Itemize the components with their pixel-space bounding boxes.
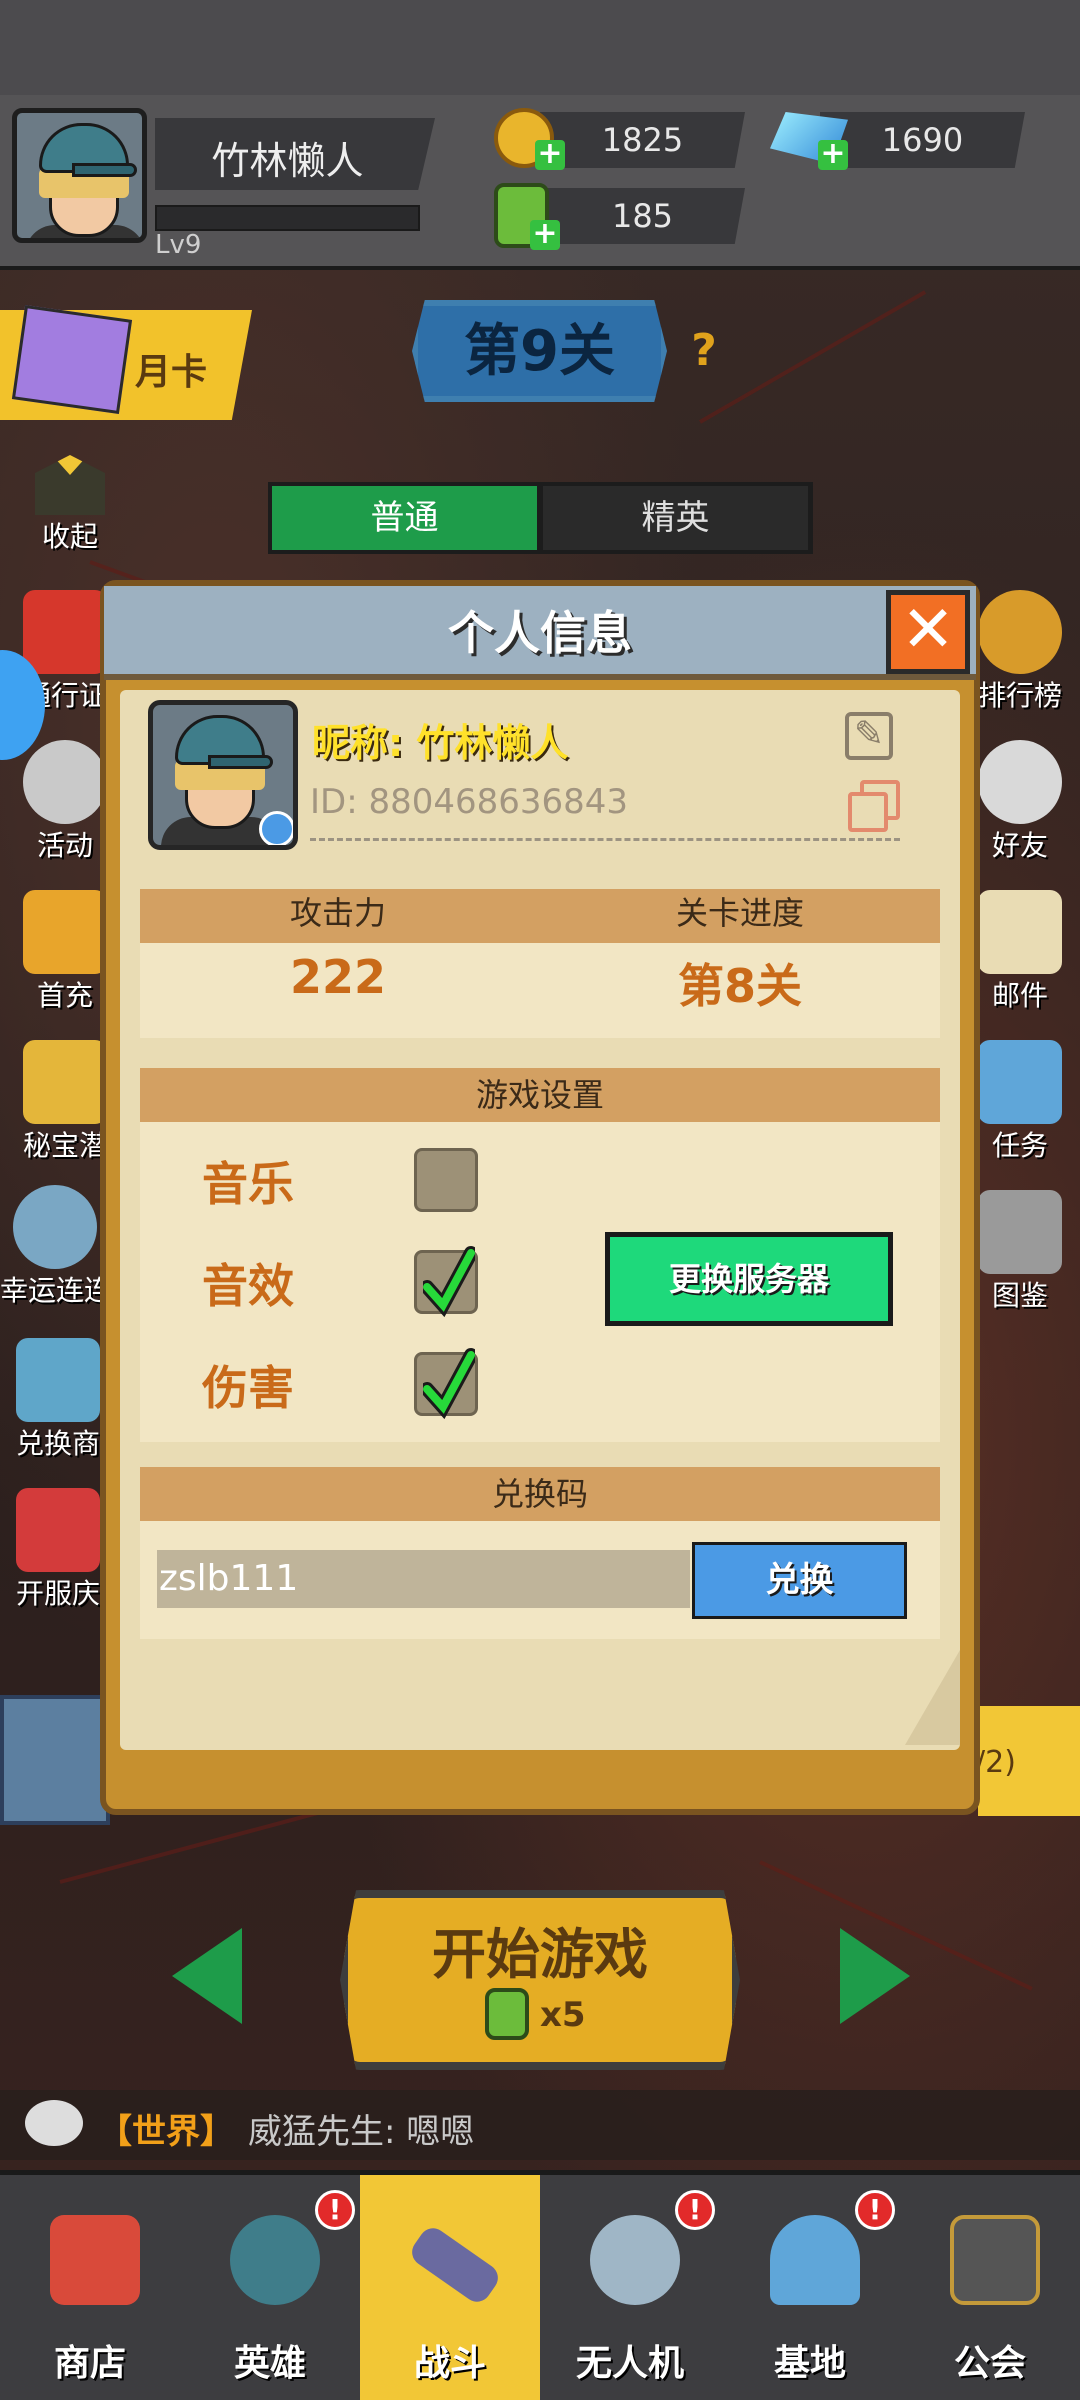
hero-portrait-left bbox=[0, 1695, 110, 1825]
system-status-strip bbox=[0, 0, 1080, 95]
add-gold-icon[interactable]: + bbox=[535, 139, 565, 170]
music-checkbox[interactable] bbox=[414, 1148, 478, 1212]
attack-label: 攻击力 bbox=[289, 894, 386, 932]
mystery-box-icon bbox=[23, 1040, 107, 1124]
nav-label: 战斗 bbox=[413, 2343, 486, 2384]
nav-label: 无人机 bbox=[575, 2343, 684, 2384]
stage-help-icon[interactable]: ? bbox=[678, 325, 730, 377]
copy-id-icon[interactable] bbox=[848, 780, 900, 832]
dialog-title: 个人信息 bbox=[448, 606, 632, 660]
change-server-button[interactable]: 更换服务器 bbox=[605, 1232, 893, 1326]
event-icon bbox=[23, 740, 107, 824]
side-label: 开服庆 bbox=[15, 1577, 100, 1610]
tab-elite[interactable]: 精英 bbox=[543, 486, 808, 550]
prev-stage-arrow-icon[interactable] bbox=[172, 1928, 242, 2024]
music-label: 音乐 bbox=[202, 1157, 294, 1211]
gem-bar: 1690 bbox=[820, 112, 1025, 168]
wheel-icon bbox=[13, 1185, 97, 1269]
add-stamina-icon[interactable]: + bbox=[530, 219, 560, 250]
shop-icon bbox=[50, 2215, 140, 2305]
side-item-exchange-shop[interactable]: 兑换商 bbox=[8, 1338, 108, 1462]
nav-heroes[interactable]: ! 英雄 bbox=[180, 2175, 360, 2400]
checkmark-icon bbox=[423, 1348, 475, 1420]
sfx-label: 音效 bbox=[202, 1259, 294, 1313]
divider bbox=[310, 838, 900, 841]
close-button[interactable]: ✕ bbox=[886, 590, 970, 674]
player-id: ID: 880468636843 bbox=[310, 782, 629, 822]
stage-title[interactable]: 第9关 bbox=[412, 300, 667, 402]
stamina-can-icon bbox=[485, 1988, 529, 2040]
nav-drone[interactable]: ! 无人机 bbox=[540, 2175, 720, 2400]
sfx-checkbox[interactable] bbox=[414, 1246, 478, 1318]
side-label: 幸运连连 bbox=[0, 1274, 110, 1307]
treasure-chest-icon bbox=[23, 890, 107, 974]
alert-badge-icon: ! bbox=[855, 2190, 895, 2230]
month-card-label: 月卡 bbox=[135, 352, 208, 393]
progress-value: 第8关 bbox=[677, 959, 802, 1013]
side-item-lucky-spin[interactable]: 幸运连连 bbox=[0, 1185, 110, 1309]
chat-bubble-icon[interactable] bbox=[25, 2100, 83, 2146]
stamina-bar: 185 bbox=[540, 188, 745, 244]
month-card-icon bbox=[11, 304, 133, 415]
side-item-server-celebration[interactable]: 开服庆 bbox=[8, 1488, 108, 1612]
codex-icon bbox=[978, 1190, 1062, 1274]
collapse-menu-button[interactable]: 收起 bbox=[20, 455, 120, 555]
redeem-code-input[interactable] bbox=[157, 1550, 690, 1608]
nav-shop[interactable]: 商店 bbox=[0, 2175, 180, 2400]
mail-icon bbox=[978, 890, 1062, 974]
checkmark-icon bbox=[423, 1246, 475, 1318]
xp-bar bbox=[155, 205, 420, 231]
profile-avatar[interactable] bbox=[148, 700, 298, 850]
drone-icon bbox=[590, 2215, 680, 2305]
next-stage-arrow-icon[interactable] bbox=[840, 1928, 910, 2024]
friends-icon bbox=[978, 740, 1062, 824]
nav-label: 英雄 bbox=[233, 2343, 306, 2384]
nickname: 昵称: 竹林懒人 bbox=[312, 721, 569, 765]
tasks-icon bbox=[978, 1040, 1062, 1124]
start-game-label: 开始游戏 bbox=[432, 1923, 648, 1986]
side-label: 兑换商 bbox=[15, 1427, 100, 1460]
base-dome-icon bbox=[770, 2215, 860, 2305]
damage-label: 伤害 bbox=[202, 1361, 294, 1415]
nav-guild[interactable]: 公会 bbox=[900, 2175, 1080, 2400]
player-level: Lv9 bbox=[155, 230, 202, 260]
redeem-header: 兑换码 bbox=[140, 1467, 940, 1521]
chat-channel: 【世界】 bbox=[98, 2112, 234, 2152]
progress-label: 关卡进度 bbox=[675, 894, 804, 932]
alert-badge-icon: ! bbox=[315, 2190, 355, 2230]
gift-icon bbox=[23, 590, 107, 674]
redeem-button[interactable]: 兑换 bbox=[692, 1542, 907, 1619]
settings-header: 游戏设置 bbox=[140, 1068, 940, 1122]
edit-name-icon[interactable]: ✎ bbox=[845, 712, 893, 760]
collapse-label: 收起 bbox=[41, 520, 98, 553]
nav-battle[interactable]: 战斗 bbox=[360, 2175, 540, 2400]
gold-bar: 1825 bbox=[540, 112, 745, 168]
hero-icon bbox=[230, 2215, 320, 2305]
lock-icon bbox=[950, 2215, 1040, 2305]
rifle-icon bbox=[406, 2222, 504, 2308]
nav-label: 公会 bbox=[953, 2343, 1026, 2384]
alert-badge-icon: ! bbox=[675, 2190, 715, 2230]
nav-base[interactable]: ! 基地 bbox=[720, 2175, 900, 2400]
add-gems-icon[interactable]: + bbox=[818, 139, 848, 170]
damage-checkbox[interactable] bbox=[414, 1348, 478, 1420]
nav-label: 基地 bbox=[773, 2343, 846, 2384]
celebration-box-icon bbox=[16, 1488, 100, 1572]
shop-chest-icon bbox=[16, 1338, 100, 1422]
attack-value: 222 bbox=[289, 950, 387, 1004]
chat-message: 威猛先生: 嗯嗯 bbox=[248, 2112, 475, 2152]
settings-badge-icon bbox=[259, 811, 293, 845]
mode-tabs: 普通 精英 bbox=[268, 482, 813, 554]
leaderboard-icon bbox=[978, 590, 1062, 674]
start-cost: x5 bbox=[540, 1995, 586, 2035]
player-avatar[interactable] bbox=[12, 108, 147, 243]
progress-ribbon-label: /2) bbox=[975, 1745, 1016, 1780]
player-name: 竹林懒人 bbox=[211, 139, 364, 183]
tab-normal[interactable]: 普通 bbox=[272, 486, 537, 550]
nav-label: 商店 bbox=[53, 2343, 126, 2384]
